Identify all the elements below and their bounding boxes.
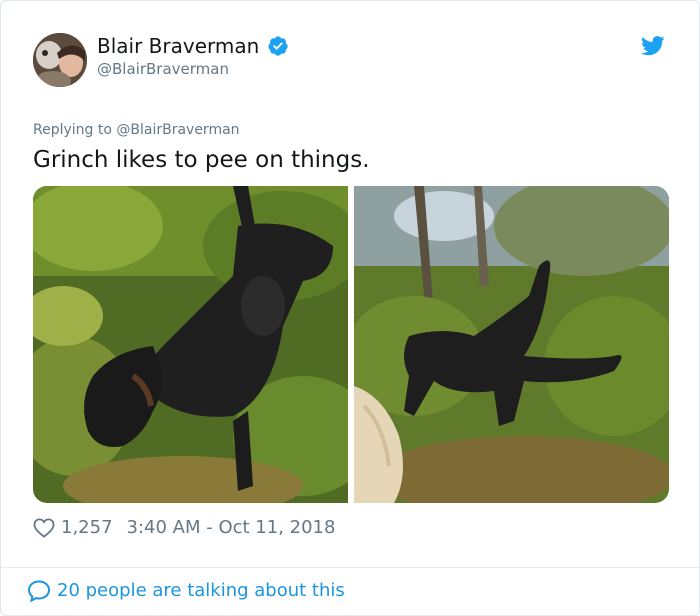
conversation-label[interactable]: 20 people are talking about this bbox=[57, 577, 345, 605]
author-handle[interactable]: @BlairBraverman bbox=[97, 59, 229, 79]
tweet-photo-2[interactable] bbox=[354, 186, 669, 503]
tweet-text: Grinch likes to pee on things. bbox=[33, 147, 370, 173]
tweet-photo-1[interactable] bbox=[33, 186, 348, 503]
footer-divider bbox=[1, 567, 699, 568]
replying-to-label[interactable]: Replying to @BlairBraverman bbox=[33, 121, 240, 139]
like-count[interactable]: 1,257 bbox=[61, 514, 113, 542]
twitter-bird-icon[interactable] bbox=[641, 36, 665, 56]
tweet-meta-row: 1,257 3:40 AM - Oct 11, 2018 bbox=[33, 514, 335, 542]
conversation-link[interactable]: 20 people are talking about this bbox=[27, 577, 345, 605]
avatar[interactable] bbox=[33, 33, 87, 87]
tweet-card: Blair Braverman @BlairBraverman Replying… bbox=[0, 0, 700, 616]
author-name-row[interactable]: Blair Braverman bbox=[97, 33, 289, 59]
author-display-name[interactable]: Blair Braverman bbox=[97, 33, 259, 59]
tweet-timestamp[interactable]: 3:40 AM - Oct 11, 2018 bbox=[127, 514, 336, 542]
verified-badge-icon bbox=[268, 36, 288, 56]
heart-outline-icon[interactable] bbox=[33, 518, 55, 538]
speech-bubble-icon bbox=[27, 580, 51, 603]
